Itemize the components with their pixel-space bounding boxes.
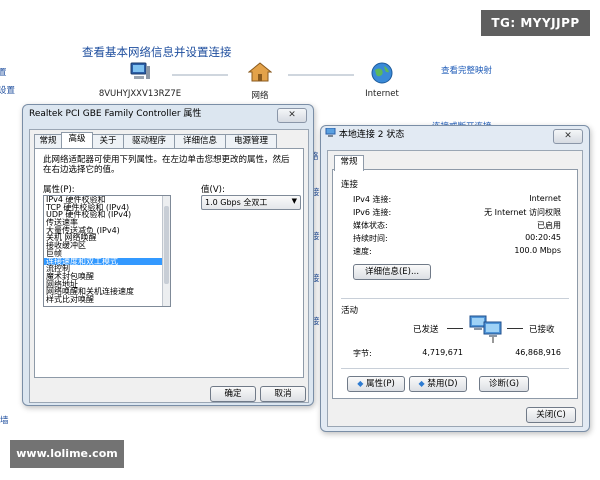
dialog-body: 常规 连接 IPv4 连接: Internet IPv6 连接: 无 Inter… (327, 150, 583, 427)
tab-details[interactable]: 详细信息 (174, 134, 226, 148)
close-dialog-button[interactable]: 关闭(C) (526, 407, 576, 423)
dialog-body: 常规 高级 关于 驱动程序 详细信息 电源管理 此网络适配器可使用下列属性。在左… (29, 129, 309, 403)
tab-bar: 常规 高级 关于 驱动程序 详细信息 电源管理 (34, 132, 304, 148)
connection-line (288, 74, 354, 76)
ipv4-label: IPv4 连接: (353, 195, 392, 204)
duration-value: 00:20:45 (525, 233, 561, 242)
network-node-label: Internet (365, 89, 399, 99)
ok-button[interactable]: 确定 (210, 386, 256, 402)
network-node-computer[interactable]: 8VUHYJXXV13RZ7E (98, 62, 182, 99)
close-button[interactable]: ✕ (277, 108, 307, 123)
divider (341, 298, 569, 299)
dialog-titlebar: Realtek PCI GBE Family Controller 属性 (23, 105, 313, 125)
connection-status-dialog: 本地连接 2 状态 ✕ 常规 连接 IPv4 连接: Internet IPv6… (320, 125, 590, 432)
speed-label: 速度: (353, 247, 372, 256)
property-label: 属性(P): (43, 185, 75, 195)
tab-advanced[interactable]: 高级 (61, 132, 93, 148)
divider (507, 328, 523, 329)
ipv6-label: IPv6 连接: (353, 208, 392, 217)
sidebar-fragment: 设置 (0, 86, 16, 96)
properties-button[interactable]: ◆ 属性(P) (347, 376, 405, 392)
speed-value: 100.0 Mbps (514, 246, 561, 255)
page-title: 查看基本网络信息并设置连接 (82, 45, 232, 59)
network-activity-icon (469, 315, 502, 343)
dialog-title: Realtek PCI GBE Family Controller 属性 (29, 109, 202, 119)
network-node-label: 8VUHYJXXV13RZ7E (98, 89, 182, 99)
dialog-titlebar: 本地连接 2 状态 (321, 126, 589, 146)
value-dropdown[interactable]: 1.0 Gbps 全双工 ▼ (201, 195, 301, 210)
tab-general[interactable]: 常规 (334, 155, 364, 171)
disable-button-label: 禁用(D) (427, 379, 458, 389)
property-list-item[interactable]: 样式比对唤醒 (44, 296, 162, 304)
ipv4-value: Internet (529, 194, 561, 203)
divider (341, 368, 569, 369)
bytes-label: 字节: (353, 349, 372, 358)
dialog-title: 本地连接 2 状态 (338, 130, 405, 140)
value-selected: 1.0 Gbps 全双工 (205, 198, 268, 207)
bytes-received-value: 46,868,916 (515, 348, 561, 357)
diagnose-button[interactable]: 诊断(G) (479, 376, 529, 392)
shield-icon: ◆ (357, 379, 364, 388)
divider (447, 328, 463, 329)
computer-icon (130, 62, 150, 79)
ipv6-value: 无 Internet 访问权限 (484, 208, 561, 217)
tab-power-management[interactable]: 电源管理 (225, 134, 277, 148)
tab-driver[interactable]: 驱动程序 (123, 134, 175, 148)
chevron-down-icon: ▼ (291, 197, 297, 205)
received-label: 已接收 (529, 325, 555, 335)
adapter-properties-dialog: Realtek PCI GBE Family Controller 属性 ✕ 常… (22, 104, 314, 406)
view-full-map-link[interactable]: 查看完整映射 (441, 64, 492, 76)
network-icon (325, 127, 336, 137)
connection-group-label: 连接 (341, 180, 359, 190)
network-node-internet[interactable]: Internet (360, 62, 404, 99)
properties-button-label: 属性(P) (366, 379, 395, 389)
close-button[interactable]: ✕ (553, 129, 583, 144)
media-state-label: 媒体状态: (353, 221, 388, 230)
activity-group-label: 活动 (341, 306, 359, 316)
globe-icon (371, 62, 393, 84)
description-text: 此网络适配器可使用下列属性。在左边单击您想更改的属性，然后在右边选择它的值。 (43, 155, 290, 175)
shield-icon: ◆ (418, 379, 425, 388)
advanced-tab-panel: 此网络适配器可使用下列属性。在左边单击您想更改的属性，然后在右边选择它的值。 属… (34, 148, 304, 378)
value-label: 值(V): (201, 185, 225, 195)
house-icon (248, 62, 272, 82)
sidebar-fragment: 墙 (0, 416, 9, 426)
scrollbar[interactable] (162, 196, 170, 306)
watermark-top-right: TG: MYYJJPP (481, 10, 590, 36)
bytes-sent-value: 4,719,671 (422, 348, 463, 357)
watermark-bottom-left: www.lolime.com (10, 440, 124, 468)
sent-label: 已发送 (413, 325, 439, 335)
network-node-network[interactable]: 网络 (240, 62, 280, 101)
cancel-button[interactable]: 取消 (260, 386, 306, 402)
sidebar-fragment: 置 (0, 68, 7, 78)
scrollbar-thumb[interactable] (164, 206, 169, 284)
duration-label: 持续时间: (353, 234, 388, 243)
property-listbox[interactable]: IPv4 硬件校验和 TCP 硬件校验和 (IPv4) UDP 硬件校验和 (IPv… (43, 195, 171, 307)
disable-button[interactable]: ◆ 禁用(D) (409, 376, 467, 392)
tab-about[interactable]: 关于 (92, 134, 124, 148)
network-node-label: 网络 (251, 91, 269, 101)
media-state-value: 已启用 (537, 221, 561, 230)
details-button[interactable]: 详细信息(E)... (353, 264, 431, 280)
general-tab-panel: 连接 IPv4 连接: Internet IPv6 连接: 无 Internet… (332, 169, 578, 399)
tab-general[interactable]: 常规 (34, 134, 62, 148)
